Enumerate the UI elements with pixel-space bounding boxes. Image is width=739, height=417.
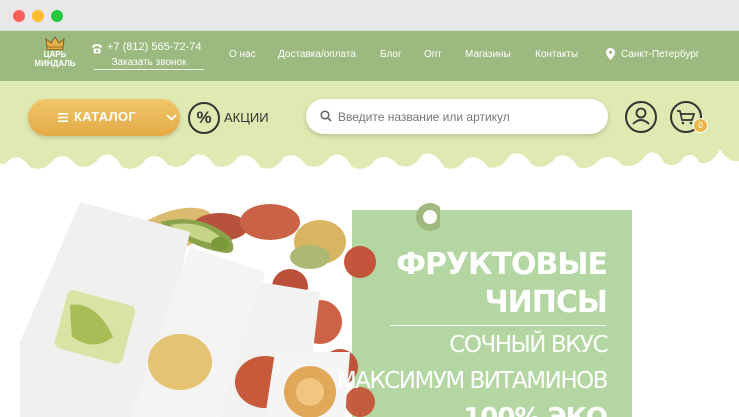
crown-icon (45, 36, 65, 50)
search-input[interactable] (338, 107, 598, 127)
hero-subtitle-line1: СОЧНЫЙ ВКУС (449, 332, 608, 358)
nav-item-contacts[interactable]: Контакты (535, 49, 578, 60)
hero-subtitle-line2: МАКСИМУМ ВИТАМИНОВ (336, 368, 609, 394)
menu-icon (58, 113, 68, 122)
percent-icon[interactable]: % (188, 102, 220, 134)
hero-title-line1: ФРУКТОВЫЕ (396, 247, 608, 282)
nav-item-blog[interactable]: Блог (380, 49, 402, 60)
close-window-button[interactable] (13, 10, 25, 22)
search-box (306, 99, 608, 134)
window-titlebar (0, 0, 739, 31)
cart-count-badge: 0 (693, 118, 708, 133)
logo-text-line2: МИНДАЛЬ (34, 59, 76, 68)
top-navigation-bar: ЦАРЬ МИНДАЛЬ +7 (812) 565-72-74 Заказать… (0, 31, 739, 81)
chevron-down-icon (166, 114, 177, 121)
leaf-border-decoration (0, 149, 739, 196)
nav-item-shops[interactable]: Магазины (465, 49, 511, 60)
site-logo[interactable]: ЦАРЬ МИНДАЛЬ (30, 36, 80, 68)
callback-link[interactable]: Заказать звонок (94, 57, 204, 70)
hero-banner[interactable]: ФРУКТОВЫЕ ЧИПСЫ СОЧНЫЙ ВКУС МАКСИМУМ ВИТ… (0, 192, 739, 417)
user-account-button[interactable] (625, 101, 657, 133)
minimize-window-button[interactable] (32, 10, 44, 22)
logo-text-line1: ЦАРЬ (43, 50, 67, 59)
phone-icon (92, 44, 102, 54)
nav-item-delivery[interactable]: Доставка/оплата (278, 49, 356, 60)
catalog-button[interactable]: КАТАЛОГ (28, 99, 180, 136)
maximize-window-button[interactable] (51, 10, 63, 22)
search-icon (320, 110, 332, 122)
nav-item-wholesale[interactable]: Опт (424, 49, 442, 60)
promotions-link[interactable]: АКЦИИ (224, 110, 269, 125)
hero-divider (390, 325, 606, 326)
nav-item-about[interactable]: О нас (229, 49, 256, 60)
hero-bottom-text: 100% ЭКО (463, 403, 608, 417)
city-selector[interactable]: Санкт-Петербург (621, 49, 699, 60)
hero-title-line2: ЧИПСЫ (484, 285, 608, 320)
phone-number[interactable]: +7 (812) 565-72-74 (107, 41, 201, 53)
location-pin-icon (606, 48, 615, 60)
user-icon (632, 107, 650, 125)
catalog-button-label: КАТАЛОГ (74, 109, 137, 124)
